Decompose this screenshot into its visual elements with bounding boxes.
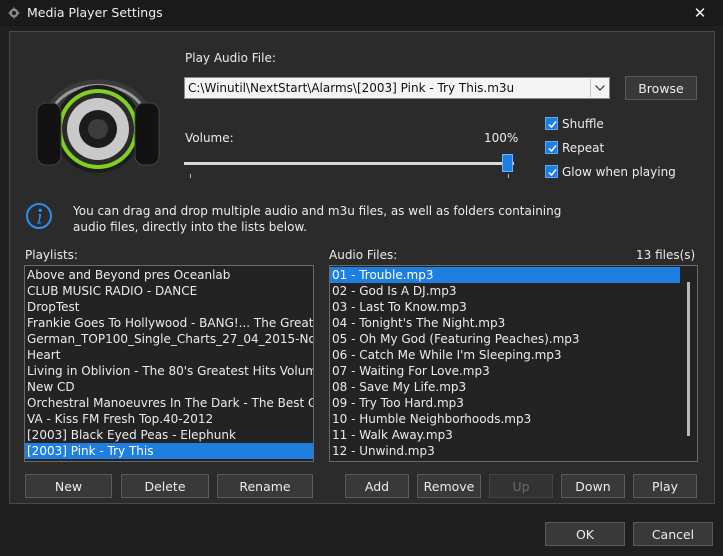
audio-file-combo[interactable]: C:\Winutil\NextStart\Alarms\[2003] Pink … [184, 77, 610, 99]
volume-slider-fill [184, 162, 514, 165]
shuffle-checkbox[interactable] [545, 117, 558, 130]
info-text-line2: audio files, directly into the lists bel… [73, 220, 307, 234]
playlist-item[interactable]: [2003] Pink - Try This [25, 443, 313, 459]
audio-files-label: Audio Files: [329, 248, 398, 262]
volume-slider-thumb[interactable] [502, 154, 513, 172]
remove-audio-button[interactable]: Remove [417, 474, 481, 498]
audio-file-item[interactable]: 12 - Unwind.mp3 [330, 443, 682, 459]
audio-file-value: C:\Winutil\NextStart\Alarms\[2003] Pink … [188, 81, 515, 95]
ok-button[interactable]: OK [545, 522, 625, 546]
move-up-button[interactable]: Up [489, 474, 553, 498]
audio-file-item[interactable]: 04 - Tonight's The Night.mp3 [330, 315, 682, 331]
audio-file-item[interactable]: 09 - Try Too Hard.mp3 [330, 395, 682, 411]
audio-files-list[interactable]: 01 - Trouble.mp3 02 - God Is A DJ.mp3 03 -… [329, 265, 698, 462]
audio-files-scrollbar[interactable] [680, 266, 697, 461]
playlists-label: Playlists: [25, 248, 78, 262]
volume-tick-min [190, 174, 191, 178]
check-icon [548, 145, 557, 153]
playlist-item[interactable]: DropTest [25, 299, 313, 315]
rename-playlist-button[interactable]: Rename [217, 474, 313, 498]
info-icon [26, 203, 52, 229]
shuffle-label[interactable]: Shuffle [562, 117, 604, 131]
glow-label[interactable]: Glow when playing [562, 165, 676, 179]
info-text-line1: You can drag and drop multiple audio and… [73, 204, 562, 218]
audio-file-item[interactable]: 11 - Walk Away.mp3 [330, 427, 682, 443]
headphones-icon [36, 79, 160, 173]
cancel-button[interactable]: Cancel [633, 522, 713, 546]
playlist-item[interactable]: VA - Kiss FM Fresh Top.40-2012 [25, 411, 313, 427]
audio-file-item[interactable]: 01 - Trouble.mp3 [330, 267, 682, 283]
volume-value: 100% [484, 131, 519, 145]
playlist-item[interactable]: Heart [25, 347, 313, 363]
delete-playlist-button[interactable]: Delete [121, 474, 209, 498]
chevron-down-icon[interactable] [590, 79, 608, 97]
volume-tick-max [508, 174, 509, 178]
scrollbar-thumb[interactable] [687, 282, 690, 436]
audio-files-count: 13 files(s) [636, 248, 696, 262]
repeat-label[interactable]: Repeat [562, 141, 604, 155]
audio-file-item[interactable]: 07 - Waiting For Love.mp3 [330, 363, 682, 379]
playlist-item[interactable]: Orchestral Manoeuvres In The Dark - The … [25, 395, 313, 411]
audio-file-item[interactable]: 02 - God Is A DJ.mp3 [330, 283, 682, 299]
audio-file-item[interactable]: 06 - Catch Me While I'm Sleeping.mp3 [330, 347, 682, 363]
window-title: Media Player Settings [27, 5, 163, 20]
playlist-item[interactable]: German_TOP100_Single_Charts_27_04_2015-N… [25, 331, 313, 347]
audio-file-item[interactable]: 05 - Oh My God (Featuring Peaches).mp3 [330, 331, 682, 347]
close-button[interactable]: ✕ [677, 0, 723, 26]
play-button[interactable]: Play [633, 474, 697, 498]
check-icon [548, 121, 557, 129]
playlist-item[interactable]: Above and Beyond pres Oceanlab [25, 267, 313, 283]
glow-checkbox[interactable] [545, 165, 558, 178]
close-icon: ✕ [693, 4, 707, 22]
title-bar: Media Player Settings ✕ [0, 0, 723, 26]
playlists-list[interactable]: Above and Beyond pres Oceanlab CLUB MUSIC… [24, 265, 314, 462]
audio-files-items: 01 - Trouble.mp3 02 - God Is A DJ.mp3 03 -… [330, 267, 682, 459]
audio-file-item[interactable]: 10 - Humble Neighborhoods.mp3 [330, 411, 682, 427]
new-playlist-button[interactable]: New [25, 474, 112, 498]
volume-label: Volume: [185, 131, 234, 145]
playlist-item[interactable]: CLUB MUSIC RADIO - DANCE [25, 283, 313, 299]
volume-slider-track[interactable] [184, 162, 514, 165]
app-gear-icon [7, 6, 21, 20]
playlist-item[interactable]: New CD [25, 379, 313, 395]
audio-file-item[interactable]: 08 - Save My Life.mp3 [330, 379, 682, 395]
playlist-item[interactable]: Living in Oblivion - The 80's Greatest H… [25, 363, 313, 379]
playlist-item[interactable]: Frankie Goes To Hollywood - BANG!... The… [25, 315, 313, 331]
repeat-checkbox[interactable] [545, 141, 558, 154]
browse-button[interactable]: Browse [625, 76, 697, 100]
check-icon [548, 169, 557, 177]
add-audio-button[interactable]: Add [345, 474, 409, 498]
audio-file-item[interactable]: 03 - Last To Know.mp3 [330, 299, 682, 315]
playlist-item[interactable]: [2003] Black Eyed Peas - Elephunk [25, 427, 313, 443]
play-audio-file-label: Play Audio File: [185, 51, 276, 65]
move-down-button[interactable]: Down [561, 474, 625, 498]
